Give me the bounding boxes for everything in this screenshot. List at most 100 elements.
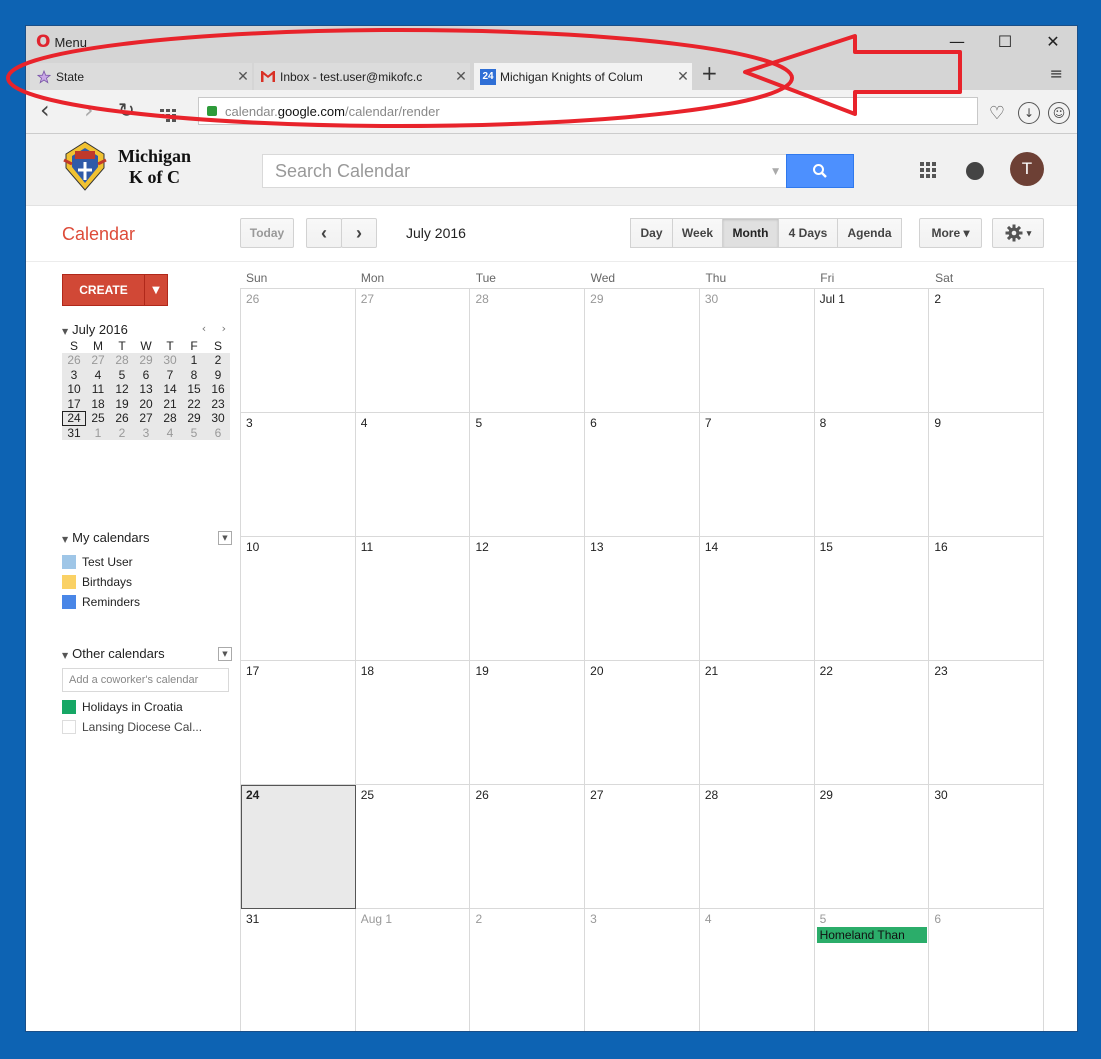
create-button[interactable]: CREATE ▼ bbox=[62, 274, 168, 306]
day-cell[interactable]: 14 bbox=[699, 537, 815, 661]
tab-inbox[interactable]: Inbox - test.user@mikofc.c ✕ bbox=[254, 63, 470, 90]
download-icon[interactable]: ↓ bbox=[1018, 102, 1040, 124]
day-cell[interactable]: 30 bbox=[929, 785, 1045, 909]
day-cell[interactable]: 28 bbox=[470, 289, 586, 413]
other-calendars-label[interactable]: Other calendars bbox=[72, 646, 165, 661]
collapse-icon[interactable]: ▼ bbox=[62, 651, 68, 660]
day-cell[interactable]: 20 bbox=[585, 661, 700, 785]
mini-day[interactable]: 8 bbox=[182, 367, 206, 382]
kofc-logo[interactable]: Michigan K of C bbox=[62, 138, 224, 196]
other-calendars-menu-icon[interactable]: ▼ bbox=[218, 647, 232, 661]
day-cell-today[interactable]: 24 bbox=[241, 785, 356, 909]
tab-calendar[interactable]: 24 Michigan Knights of Colum ✕ bbox=[474, 63, 692, 90]
day-cell[interactable]: 15 bbox=[814, 537, 930, 661]
day-cell[interactable]: 26 bbox=[241, 289, 356, 413]
mini-day[interactable]: 1 bbox=[182, 353, 206, 368]
day-cell[interactable]: 19 bbox=[470, 661, 586, 785]
calendar-item-holidays-croatia[interactable]: Holidays in Croatia bbox=[62, 700, 183, 714]
mini-day[interactable]: 20 bbox=[134, 396, 158, 411]
day-cell[interactable]: 8 bbox=[814, 413, 930, 537]
create-dropdown-icon[interactable]: ▼ bbox=[145, 275, 167, 305]
my-calendars-label[interactable]: My calendars bbox=[72, 530, 149, 545]
mini-day[interactable]: 28 bbox=[110, 353, 134, 368]
search-button[interactable] bbox=[786, 154, 854, 188]
calendar-item-birthdays[interactable]: Birthdays bbox=[62, 575, 132, 589]
mini-day[interactable]: 12 bbox=[110, 382, 134, 397]
mini-day[interactable]: 5 bbox=[110, 367, 134, 382]
day-cell[interactable]: 9 bbox=[929, 413, 1045, 537]
more-button[interactable]: More ▾ bbox=[919, 218, 982, 248]
add-coworker-input[interactable]: Add a coworker's calendar bbox=[62, 668, 229, 692]
view-day-button[interactable]: Day bbox=[630, 218, 673, 248]
day-cell[interactable]: 3 bbox=[241, 413, 356, 537]
notifications-icon[interactable] bbox=[966, 162, 984, 180]
mini-day[interactable]: 29 bbox=[134, 353, 158, 368]
day-cell[interactable]: 27 bbox=[585, 785, 700, 909]
mini-day[interactable]: 14 bbox=[158, 382, 182, 397]
day-cell[interactable]: 13 bbox=[585, 537, 700, 661]
mini-day[interactable]: 26 bbox=[110, 411, 134, 426]
opera-menu-button[interactable]: O Menu bbox=[36, 32, 87, 52]
mini-day[interactable]: 15 bbox=[182, 382, 206, 397]
heart-icon[interactable]: ♡ bbox=[986, 102, 1008, 124]
mini-day[interactable]: 28 bbox=[158, 411, 182, 426]
day-cell[interactable]: 21 bbox=[699, 661, 815, 785]
calendar-item-reminders[interactable]: Reminders bbox=[62, 595, 140, 609]
mini-day[interactable]: 30 bbox=[206, 411, 230, 426]
mini-day[interactable]: 11 bbox=[86, 382, 110, 397]
day-cell[interactable]: 31 bbox=[241, 909, 356, 1031]
calendar-item-test-user[interactable]: Test User bbox=[62, 555, 133, 569]
minimize-button[interactable]: — bbox=[933, 26, 981, 56]
mini-day[interactable]: 22 bbox=[182, 396, 206, 411]
day-cell[interactable]: 27 bbox=[355, 289, 471, 413]
close-tab-icon[interactable]: ✕ bbox=[234, 69, 252, 85]
forward-icon[interactable]: › bbox=[84, 98, 94, 122]
day-cell[interactable]: 3 bbox=[585, 909, 700, 1031]
close-window-button[interactable]: ✕ bbox=[1029, 26, 1077, 56]
mini-day[interactable]: 6 bbox=[206, 425, 230, 440]
event-chip[interactable]: Homeland Than bbox=[816, 927, 927, 943]
day-cell[interactable]: 10 bbox=[241, 537, 356, 661]
day-cell[interactable]: 4 bbox=[355, 413, 471, 537]
mini-day[interactable]: 9 bbox=[206, 367, 230, 382]
mini-day[interactable]: 10 bbox=[62, 382, 86, 397]
day-cell[interactable]: 28 bbox=[699, 785, 815, 909]
day-cell[interactable]: 7 bbox=[699, 413, 815, 537]
mini-day[interactable]: 17 bbox=[62, 396, 86, 411]
today-button[interactable]: Today bbox=[240, 218, 294, 248]
mini-day[interactable]: 4 bbox=[86, 367, 110, 382]
collapse-icon[interactable]: ▼ bbox=[62, 535, 68, 544]
mini-day[interactable]: 6 bbox=[134, 367, 158, 382]
view-week-button[interactable]: Week bbox=[672, 218, 723, 248]
my-calendars-menu-icon[interactable]: ▼ bbox=[218, 531, 232, 545]
mini-calendar-nav[interactable]: ‹ › bbox=[202, 322, 232, 335]
mini-day[interactable]: 4 bbox=[158, 425, 182, 440]
mini-day[interactable]: 27 bbox=[134, 411, 158, 426]
mini-day[interactable]: 31 bbox=[62, 425, 86, 440]
mini-day[interactable]: 2 bbox=[110, 425, 134, 440]
mini-day[interactable]: 3 bbox=[134, 425, 158, 440]
mini-day[interactable]: 16 bbox=[206, 382, 230, 397]
mini-day[interactable]: 2 bbox=[206, 353, 230, 368]
mini-day[interactable]: 18 bbox=[86, 396, 110, 411]
day-cell[interactable]: 6 bbox=[585, 413, 700, 537]
prev-period-button[interactable]: ‹ bbox=[306, 218, 342, 248]
mini-day[interactable]: 23 bbox=[206, 396, 230, 411]
calendar-item-lansing-diocese[interactable]: Lansing Diocese Cal... bbox=[62, 720, 202, 734]
mini-calendar-month[interactable]: July 2016 bbox=[72, 322, 128, 337]
day-cell[interactable]: 12 bbox=[470, 537, 586, 661]
day-cell[interactable]: 30 bbox=[699, 289, 815, 413]
mini-day[interactable]: 13 bbox=[134, 382, 158, 397]
view-4days-button[interactable]: 4 Days bbox=[778, 218, 838, 248]
view-month-button[interactable]: Month bbox=[722, 218, 779, 248]
day-cell[interactable]: 18 bbox=[355, 661, 471, 785]
mini-day[interactable]: 3 bbox=[62, 367, 86, 382]
day-cell[interactable]: 29 bbox=[585, 289, 700, 413]
settings-button[interactable]: ▾ bbox=[992, 218, 1044, 248]
new-tab-button[interactable]: + bbox=[701, 61, 718, 85]
close-tab-icon[interactable]: ✕ bbox=[452, 69, 470, 85]
collapse-icon[interactable]: ▼ bbox=[62, 327, 68, 336]
day-cell[interactable]: 11 bbox=[355, 537, 471, 661]
speed-dial-icon[interactable] bbox=[160, 103, 176, 127]
day-cell[interactable]: 25 bbox=[355, 785, 471, 909]
